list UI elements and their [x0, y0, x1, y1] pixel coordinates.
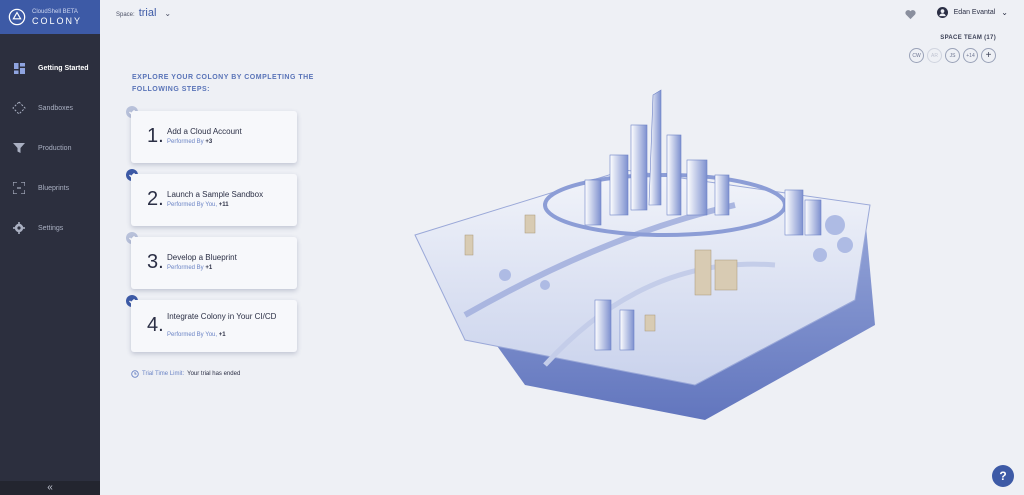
step-performed: Performed By You, +11 — [167, 202, 229, 208]
sidebar-item-label: Blueprints — [38, 184, 70, 192]
space-selector[interactable]: Space: trial ⌄ — [116, 7, 171, 19]
trial-status-text: Your trial has ended — [187, 371, 241, 377]
sidebar-item-label: Getting Started — [38, 64, 89, 72]
brand-header[interactable]: CloudShell BETA COLONY — [0, 0, 100, 34]
sidebar-item-sandboxes[interactable]: Sandboxes — [0, 88, 100, 128]
sidebar-item-settings[interactable]: Settings — [0, 208, 100, 248]
colony-logo-icon — [8, 8, 26, 26]
user-name: Edan Evantal — [953, 9, 996, 16]
chevron-down-icon: ⌄ — [1001, 8, 1008, 17]
sidebar: CloudShell BETA COLONY Getting Started S… — [0, 0, 100, 495]
step-number: 3. — [147, 251, 164, 273]
topbar: Space: trial ⌄ Edan Evantal ⌄ — [100, 0, 1024, 30]
step-number: 2. — [147, 188, 164, 210]
collapse-sidebar-button[interactable]: « — [0, 481, 100, 495]
blueprint-icon — [12, 181, 26, 195]
space-team-title: SPACE TEAM (17) — [940, 35, 996, 41]
help-button[interactable]: ? — [992, 465, 1014, 487]
user-avatar-icon — [936, 7, 948, 18]
add-member-button[interactable]: + — [981, 48, 996, 63]
sidebar-item-blueprints[interactable]: Blueprints — [0, 168, 100, 208]
step-card[interactable]: 4. Integrate Colony in Your CI/CD Perfor… — [131, 300, 297, 352]
step-number: 1. — [147, 125, 164, 147]
sidebar-item-production[interactable]: Production — [0, 128, 100, 168]
team-avatars: CW AR JS +14 + — [909, 48, 996, 63]
step-title: Add a Cloud Account — [167, 127, 242, 136]
step-card[interactable]: 1. Add a Cloud Account Performed By +3 — [131, 111, 297, 163]
space-team: SPACE TEAM (17) CW AR JS +14 + — [909, 35, 996, 63]
sidebar-item-getting-started[interactable]: Getting Started — [0, 48, 100, 88]
step-performed: Performed By +1 — [167, 265, 213, 271]
sandbox-icon — [12, 101, 26, 115]
gear-icon — [12, 221, 26, 235]
colony-city-illustration — [414, 89, 875, 420]
brand-subtitle: CloudShell BETA — [32, 8, 78, 15]
funnel-icon — [12, 141, 26, 155]
step-card[interactable]: 3. Develop a Blueprint Performed By +1 — [131, 237, 297, 289]
sidebar-item-label: Sandboxes — [38, 104, 74, 112]
avatar[interactable]: JS — [945, 48, 960, 63]
clock-icon — [131, 370, 139, 378]
sidebar-nav: Getting Started Sandboxes Production Blu… — [0, 48, 100, 248]
trial-status: Trial Time Limit: Your trial has ended — [131, 370, 240, 378]
brand-name: COLONY — [32, 15, 83, 26]
space-label: Space: — [116, 12, 135, 18]
avatar[interactable]: CW — [909, 48, 924, 63]
step-card[interactable]: 2. Launch a Sample Sandbox Performed By … — [131, 174, 297, 226]
avatar-more[interactable]: +14 — [963, 48, 978, 63]
sidebar-item-label: Production — [38, 144, 72, 152]
step-title: Launch a Sample Sandbox — [167, 190, 264, 199]
step-number: 4. — [147, 314, 164, 336]
trial-limit-link[interactable]: Trial Time Limit: — [142, 371, 184, 377]
avatar[interactable]: AR — [927, 48, 942, 63]
step-title: Integrate Colony in Your CI/CD — [167, 312, 277, 321]
step-performed: Performed By +3 — [167, 139, 213, 145]
user-menu[interactable]: Edan Evantal ⌄ — [936, 7, 1008, 18]
sidebar-item-label: Settings — [38, 224, 64, 232]
dashboard-icon — [12, 61, 26, 75]
chevron-down-icon: ⌄ — [164, 9, 172, 18]
step-title: Develop a Blueprint — [167, 253, 237, 262]
step-performed: Performed By You, +1 — [167, 332, 226, 338]
steps-intro: EXPLORE YOUR COLONY BY COMPLETING THE FO… — [132, 74, 314, 93]
space-value: trial — [138, 7, 157, 19]
heart-icon[interactable] — [905, 9, 916, 20]
